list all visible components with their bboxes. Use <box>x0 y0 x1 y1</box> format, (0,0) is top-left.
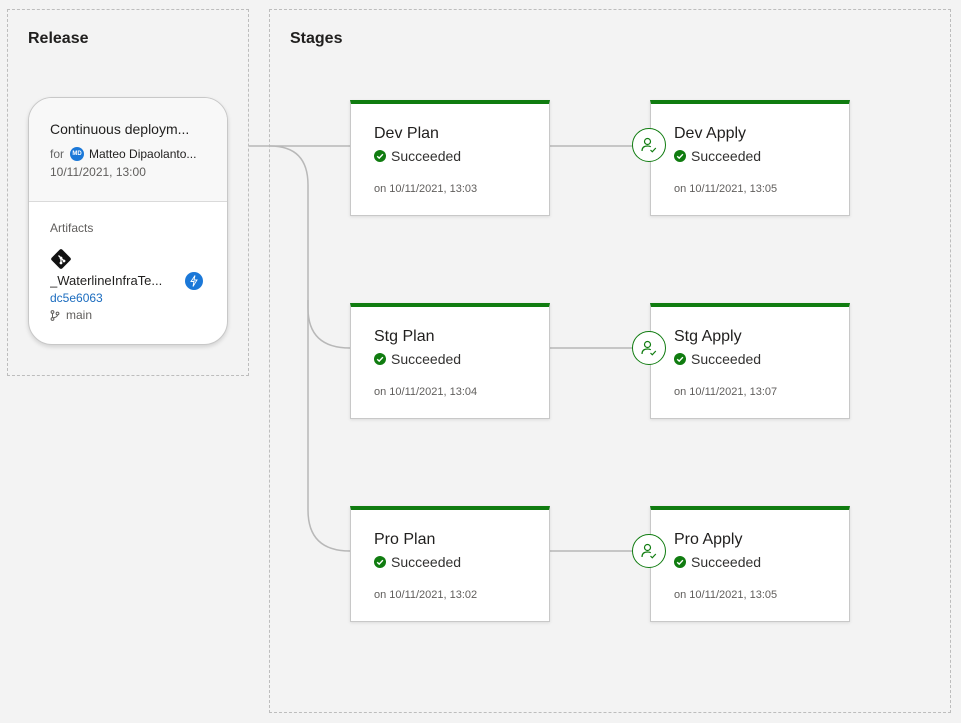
stage-dev-plan[interactable]: Dev Plan Succeeded on 10/11/2021, 13:03 <box>350 100 550 216</box>
approver-icon <box>641 340 657 356</box>
stage-name[interactable]: Dev Apply <box>674 125 746 143</box>
success-check-icon <box>674 353 686 365</box>
stage-dev-apply[interactable]: Dev Apply Succeeded on 10/11/2021, 13:05 <box>650 100 850 216</box>
stage-name[interactable]: Stg Apply <box>674 328 742 346</box>
stage-name[interactable]: Pro Apply <box>674 531 742 549</box>
status-label: Succeeded <box>391 148 462 164</box>
stage-name[interactable]: Dev Plan <box>374 125 439 143</box>
stage-status: Succeeded <box>674 554 761 570</box>
release-card[interactable]: Continuous deploym... for MD Matteo Dipa… <box>28 97 228 345</box>
avatar: MD <box>70 147 85 161</box>
artifact-name[interactable]: _WaterlineInfraTe... <box>50 273 176 288</box>
branch-name: main <box>66 308 93 322</box>
stage-name[interactable]: Stg Plan <box>374 328 434 346</box>
stage-pro-plan[interactable]: Pro Plan Succeeded on 10/11/2021, 13:02 <box>350 506 550 622</box>
stage-time: on 10/11/2021, 13:02 <box>374 589 478 601</box>
release-time: 10/11/2021, 13:00 <box>50 165 146 179</box>
stage-time: on 10/11/2021, 13:05 <box>674 183 778 195</box>
branch-icon <box>50 309 60 321</box>
commit-link[interactable]: dc5e6063 <box>50 291 103 305</box>
release-title[interactable]: Continuous deploym... <box>50 121 210 137</box>
stage-status: Succeeded <box>674 148 761 164</box>
stage-time: on 10/11/2021, 13:07 <box>674 386 778 398</box>
pre-deployment-approval-icon[interactable] <box>632 534 666 568</box>
stage-status: Succeeded <box>674 351 761 367</box>
status-label: Succeeded <box>691 554 762 570</box>
connector-release-stg-plan <box>269 145 351 349</box>
stage-stg-apply[interactable]: Stg Apply Succeeded on 10/11/2021, 13:07 <box>650 303 850 419</box>
success-check-icon <box>674 556 686 568</box>
branch-row: main <box>50 308 92 322</box>
stage-status: Succeeded <box>374 554 461 570</box>
success-check-icon <box>374 556 386 568</box>
artifacts-label: Artifacts <box>50 221 94 235</box>
connector-release-pro-plan <box>307 300 351 552</box>
lightning-bolt-icon <box>185 272 203 290</box>
release-requester: for MD Matteo Dipaolanto... <box>50 147 207 161</box>
stage-time: on 10/11/2021, 13:04 <box>374 386 478 398</box>
stage-status: Succeeded <box>374 148 461 164</box>
status-label: Succeeded <box>391 351 462 367</box>
approver-icon <box>641 137 657 153</box>
stage-stg-plan[interactable]: Stg Plan Succeeded on 10/11/2021, 13:04 <box>350 303 550 419</box>
stage-status: Succeeded <box>374 351 461 367</box>
pre-deployment-approval-icon[interactable] <box>632 128 666 162</box>
requester-name: Matteo Dipaolanto... <box>89 147 197 161</box>
stage-name[interactable]: Pro Plan <box>374 531 435 549</box>
pre-deployment-approval-icon[interactable] <box>632 331 666 365</box>
success-check-icon <box>374 353 386 365</box>
success-check-icon <box>674 150 686 162</box>
status-label: Succeeded <box>391 554 462 570</box>
status-label: Succeeded <box>691 148 762 164</box>
success-check-icon <box>374 150 386 162</box>
for-label: for <box>50 147 65 161</box>
status-label: Succeeded <box>691 351 762 367</box>
stage-time: on 10/11/2021, 13:03 <box>374 183 478 195</box>
git-icon <box>51 249 71 269</box>
stage-pro-apply[interactable]: Pro Apply Succeeded on 10/11/2021, 13:05 <box>650 506 850 622</box>
approver-icon <box>641 543 657 559</box>
stage-time: on 10/11/2021, 13:05 <box>674 589 778 601</box>
